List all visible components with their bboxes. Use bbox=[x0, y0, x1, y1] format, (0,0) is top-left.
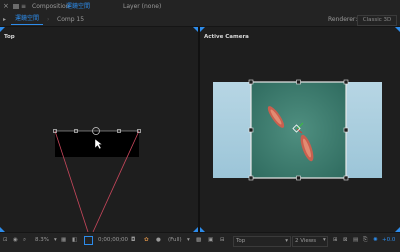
layer-handle bbox=[343, 127, 349, 133]
renderer-dropdown[interactable]: Classic 3D bbox=[357, 15, 397, 26]
toggle-icon[interactable]: ⊟ bbox=[220, 236, 225, 245]
composition-label: Composition bbox=[32, 3, 70, 10]
layer-handle bbox=[343, 175, 349, 181]
color-picker-icon[interactable]: ● bbox=[156, 236, 161, 245]
close-icon[interactable]: × bbox=[3, 0, 9, 13]
exposure-icon[interactable]: ✺ bbox=[373, 236, 378, 245]
chevron-down-icon[interactable]: ▾ bbox=[54, 236, 57, 245]
tab-separator: › bbox=[47, 16, 50, 23]
chevron-down-icon[interactable]: ▾ bbox=[187, 236, 190, 245]
layer-handle bbox=[248, 79, 254, 85]
exposure-value[interactable]: +0.0 bbox=[382, 236, 395, 245]
chevron-down-icon: ▾ bbox=[285, 238, 288, 244]
show-channel-icon[interactable]: ◉ bbox=[13, 236, 18, 245]
composition-name[interactable]: 運鏡空間 bbox=[66, 0, 90, 13]
draft-3d-icon[interactable]: ⊠ bbox=[343, 236, 348, 245]
flowchart-icon[interactable]: ⎘ bbox=[363, 236, 367, 245]
views-value: 2 Views bbox=[295, 238, 317, 244]
region-of-interest-icon[interactable] bbox=[84, 236, 93, 245]
transparency-grid-icon[interactable]: ▩ bbox=[196, 236, 201, 245]
fast-previews-icon[interactable]: ▣ bbox=[208, 236, 213, 245]
chevron-down-icon[interactable]: ▾ bbox=[323, 236, 326, 245]
menu-icon[interactable]: ≡ bbox=[21, 0, 26, 13]
mask-icon[interactable]: ◧ bbox=[72, 236, 77, 245]
snapshot-icon[interactable]: ⊡ bbox=[3, 236, 8, 245]
view-dropdown[interactable]: Top ▾ bbox=[233, 236, 291, 247]
renderer-label: Renderer: bbox=[328, 16, 358, 23]
layer-handle bbox=[248, 175, 254, 181]
camera-icon[interactable]: ◘ bbox=[131, 236, 135, 245]
tab-comp-15[interactable]: Comp 15 bbox=[57, 13, 84, 26]
layer-label[interactable]: Layer (none) bbox=[123, 0, 161, 13]
ray-tracing-icon[interactable]: ▤ bbox=[353, 236, 358, 245]
layer-handle bbox=[248, 127, 254, 133]
layer-handle bbox=[343, 79, 349, 85]
color-channel-icon[interactable]: ✿ bbox=[144, 236, 149, 245]
magnifier-icon[interactable]: ⌕ bbox=[23, 236, 26, 245]
composition-icon bbox=[13, 4, 19, 9]
view-value: Top bbox=[236, 238, 246, 244]
top-view-scene bbox=[53, 127, 141, 232]
pixel-aspect-icon[interactable]: ⊞ bbox=[333, 236, 338, 245]
lock-icon[interactable]: ▸ bbox=[3, 13, 6, 26]
composition-header: × ≡ Composition 運鏡空間 Layer (none) bbox=[0, 0, 400, 13]
layer-handle bbox=[296, 175, 301, 181]
active-camera-viewport[interactable]: Active Camera bbox=[200, 27, 400, 232]
top-viewport[interactable]: Top bbox=[0, 27, 198, 232]
layer-handle bbox=[296, 79, 301, 85]
resolution-dropdown[interactable]: (Full) bbox=[168, 236, 182, 245]
tab-active-comp[interactable]: 運鏡空間 bbox=[11, 14, 44, 25]
grid-icon[interactable]: ▦ bbox=[61, 236, 66, 245]
active-camera-scene bbox=[213, 79, 382, 181]
timecode[interactable]: 0;00;00;00 bbox=[98, 236, 128, 245]
zoom-value[interactable]: 8.3% bbox=[35, 236, 49, 245]
